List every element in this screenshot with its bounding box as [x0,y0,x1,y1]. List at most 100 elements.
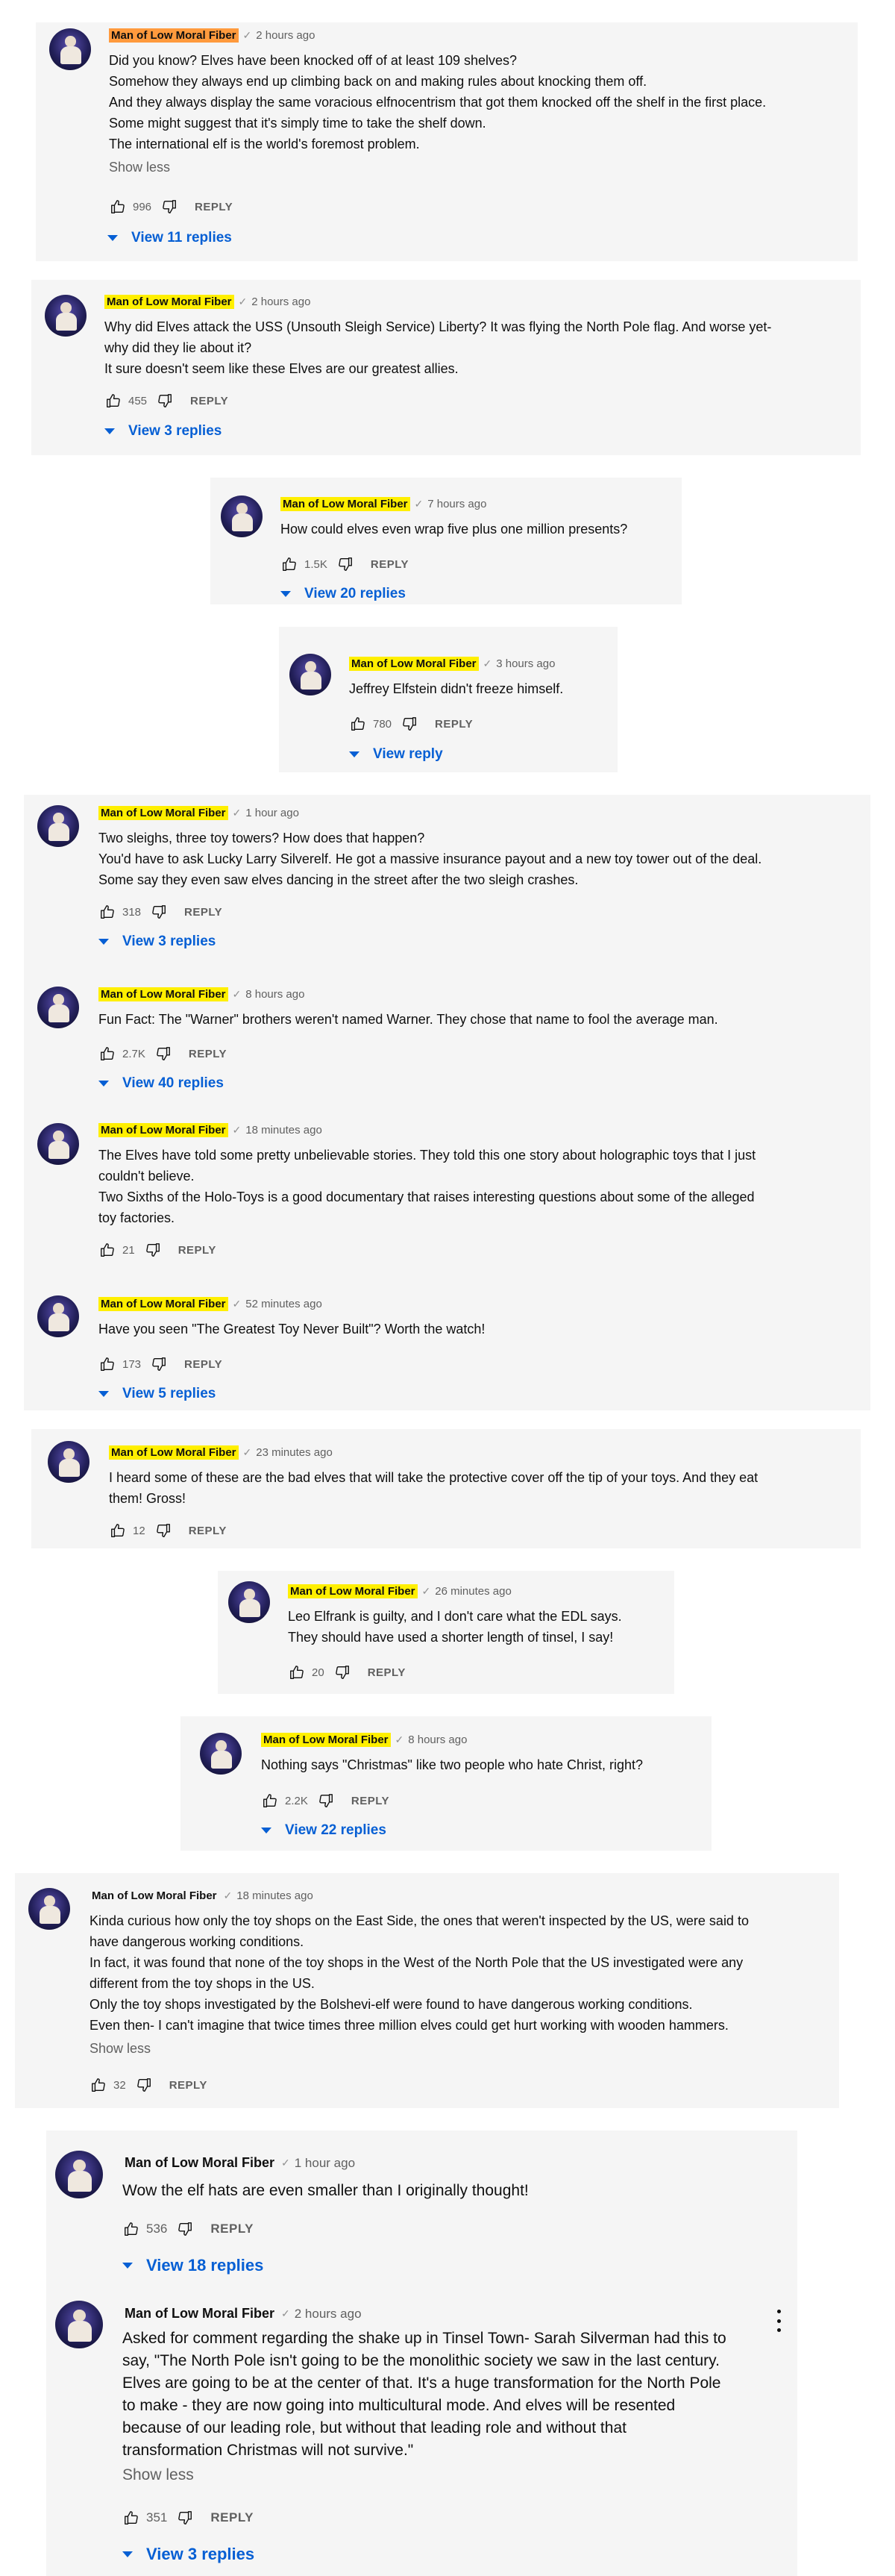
like-icon[interactable] [280,555,298,573]
avatar[interactable] [289,654,331,695]
timestamp[interactable]: 2 hours ago [295,2307,362,2322]
timestamp[interactable]: 18 minutes ago [245,1124,322,1137]
view-replies-button[interactable]: View 40 replies [98,1075,224,1092]
timestamp[interactable]: 1 hour ago [295,2156,355,2171]
view-replies-button[interactable]: View reply [349,746,443,763]
dislike-icon[interactable] [317,1792,335,1810]
author-name[interactable]: Man of Low Moral Fiber [98,987,228,1001]
author-name[interactable]: Man of Low Moral Fiber [122,2305,277,2322]
like-icon[interactable] [349,715,367,733]
view-replies-button[interactable]: View 20 replies [280,586,406,602]
author-name[interactable]: Man of Low Moral Fiber [98,806,228,820]
like-icon[interactable] [122,2220,140,2238]
like-icon[interactable] [288,1663,306,1681]
like-count: 455 [128,394,148,407]
avatar[interactable] [55,2301,103,2348]
view-replies-button[interactable]: View 18 replies [122,2256,263,2275]
reply-button[interactable]: REPLY [210,2510,254,2525]
show-less-button[interactable]: Show less [109,160,170,175]
timestamp[interactable]: 2 hours ago [251,296,310,308]
avatar[interactable] [228,1581,270,1623]
author-name[interactable]: Man of Low Moral Fiber [122,2154,277,2172]
like-icon[interactable] [98,1241,116,1259]
timestamp[interactable]: 52 minutes ago [245,1298,322,1310]
timestamp[interactable]: 2 hours ago [256,29,315,42]
avatar[interactable] [200,1733,242,1775]
timestamp[interactable]: 8 hours ago [245,988,304,1001]
reply-button[interactable]: REPLY [178,1244,216,1257]
like-icon[interactable] [90,2076,107,2094]
like-icon[interactable] [98,1045,116,1063]
like-icon[interactable] [98,903,116,921]
dislike-icon[interactable] [176,2509,194,2527]
dislike-icon[interactable] [160,198,178,216]
timestamp[interactable]: 23 minutes ago [256,1446,333,1459]
dislike-icon[interactable] [156,392,174,410]
author-name[interactable]: Man of Low Moral Fiber [98,1297,228,1311]
dislike-icon[interactable] [150,1355,168,1373]
show-less-button[interactable]: Show less [122,2466,194,2484]
dislike-icon[interactable] [135,2076,153,2094]
author-name[interactable]: Man of Low Moral Fiber [109,1445,239,1460]
dislike-icon[interactable] [154,1522,172,1539]
verified-check-icon: ✓ [242,29,252,41]
dislike-icon[interactable] [144,1241,162,1259]
like-icon[interactable] [261,1792,279,1810]
timestamp[interactable]: 18 minutes ago [236,1889,313,1902]
reply-button[interactable]: REPLY [368,1666,406,1679]
view-replies-button[interactable]: View 3 replies [122,2545,254,2564]
view-replies-button[interactable]: View 3 replies [104,423,222,440]
reply-button[interactable]: REPLY [195,201,233,213]
dislike-icon[interactable] [336,555,354,573]
avatar[interactable] [28,1888,70,1930]
avatar[interactable] [37,1295,79,1337]
reply-button[interactable]: REPLY [169,2079,207,2092]
author-name[interactable]: Man of Low Moral Fiber [90,1889,219,1903]
view-replies-button[interactable]: View 11 replies [107,230,232,246]
like-icon[interactable] [109,1522,127,1539]
like-icon[interactable] [122,2509,140,2527]
timestamp[interactable]: 1 hour ago [245,807,299,819]
reply-button[interactable]: REPLY [184,906,222,919]
timestamp[interactable]: 26 minutes ago [435,1585,512,1598]
dislike-icon[interactable] [154,1045,172,1063]
avatar[interactable] [37,987,79,1028]
reply-button[interactable]: REPLY [435,718,473,731]
reply-button[interactable]: REPLY [371,558,409,571]
reply-button[interactable]: REPLY [190,395,228,407]
author-name[interactable]: Man of Low Moral Fiber [104,295,234,309]
like-icon[interactable] [109,198,127,216]
dislike-icon[interactable] [150,903,168,921]
dislike-icon[interactable] [176,2220,194,2238]
author-name[interactable]: Man of Low Moral Fiber [261,1733,391,1747]
timestamp[interactable]: 3 hours ago [496,657,555,670]
view-replies-button[interactable]: View 5 replies [98,1386,216,1402]
author-name[interactable]: Man of Low Moral Fiber [280,497,410,511]
dislike-icon[interactable] [333,1663,351,1681]
reply-button[interactable]: REPLY [189,1048,227,1060]
reply-button[interactable]: REPLY [189,1525,227,1537]
timestamp[interactable]: 8 hours ago [408,1734,467,1746]
author-name[interactable]: Man of Low Moral Fiber [98,1123,228,1137]
like-icon[interactable] [98,1355,116,1373]
avatar[interactable] [48,1441,90,1483]
reply-button[interactable]: REPLY [351,1795,389,1807]
reply-button[interactable]: REPLY [210,2222,254,2236]
view-replies-button[interactable]: View 22 replies [261,1822,386,1839]
avatar[interactable] [49,28,91,70]
reply-button[interactable]: REPLY [184,1358,222,1371]
timestamp[interactable]: 7 hours ago [427,498,486,510]
avatar[interactable] [221,495,263,537]
show-less-button[interactable]: Show less [90,2041,151,2057]
avatar[interactable] [37,1123,79,1165]
view-replies-button[interactable]: View 3 replies [98,934,216,950]
author-name[interactable]: Man of Low Moral Fiber [109,28,239,43]
avatar[interactable] [55,2151,103,2198]
author-name[interactable]: Man of Low Moral Fiber [349,657,479,671]
comment-text: Jeffrey Elfstein didn't freeze himself. [349,681,564,696]
avatar[interactable] [37,805,79,847]
author-name[interactable]: Man of Low Moral Fiber [288,1584,418,1598]
dislike-icon[interactable] [401,715,418,733]
avatar[interactable] [45,295,87,337]
like-icon[interactable] [104,392,122,410]
